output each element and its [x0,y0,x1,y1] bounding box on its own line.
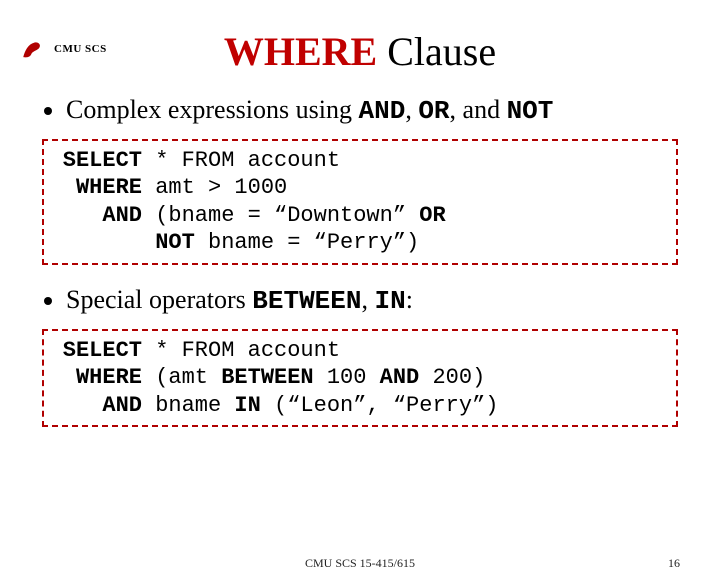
code-block-1: SELECT * FROM accountWHERE amt > 1000AND… [42,139,678,265]
code2-l3r-b: (“Leon”, “Perry”) [261,393,499,418]
code2-l3k: AND [54,392,142,420]
code2-l2k: WHERE [54,364,142,392]
header-org-text: CMU SCS [54,43,107,55]
code2-l3r-a: bname [142,393,234,418]
code1-l2k: WHERE [54,174,142,202]
code2-l2r-c: 200) [419,365,485,390]
kw-not: NOT [507,96,554,126]
code1-l4r-b: bname = “Perry”) [195,230,419,255]
bullet-2: Special operators BETWEEN, IN: [66,283,678,319]
footer-page-number: 16 [668,556,680,571]
kw-or: OR [418,96,449,126]
code1-l1r: * FROM account [142,148,340,173]
code2-l2r-a: (amt [142,365,221,390]
bullet-list-1: Complex expressions using AND, OR, and N… [42,93,678,129]
bullet-list-2: Special operators BETWEEN, IN: [42,283,678,319]
code2-l2r-between: BETWEEN [221,365,313,390]
slide-header: CMU SCS [20,36,107,62]
footer-course: CMU SCS 15-415/615 [305,556,415,571]
code1-line1: SELECT * FROM account [54,147,666,175]
code1-l3k: AND [54,202,142,230]
code2-line2: WHERE (amt BETWEEN 100 AND 200) [54,364,666,392]
code1-line4: NOT bname = “Perry”) [54,229,666,257]
kw-between: BETWEEN [252,286,361,316]
code1-line2: WHERE amt > 1000 [54,174,666,202]
title-clause: Clause [377,29,496,74]
slide-body: Complex expressions using AND, OR, and N… [0,93,720,427]
cmu-dragon-icon [20,36,46,62]
slide-title: WHERE Clause [0,28,720,75]
code2-l2r-b: 100 [314,365,380,390]
kw-in: IN [374,286,405,316]
code1-line3: AND (bname = “Downtown” OR [54,202,666,230]
title-where: WHERE [224,29,377,74]
code2-line3: AND bname IN (“Leon”, “Perry”) [54,392,666,420]
bullet-2-colon: : [406,285,413,314]
code1-l4r-a [142,230,155,255]
bullet-2-sep: , [361,285,374,314]
code2-l1k: SELECT [54,337,142,365]
bullet-1-sep1: , [405,95,418,124]
bullet-2-text: Special operators [66,285,252,314]
kw-and: AND [359,96,406,126]
code1-l2r: amt > 1000 [142,175,287,200]
code2-l2r-and: AND [380,365,420,390]
bullet-1-sep2: , and [450,95,507,124]
code1-l3r-a: (bname = “Downtown” [142,203,419,228]
bullet-1-text: Complex expressions using [66,95,359,124]
code1-l3r-or: OR [419,203,445,228]
code2-l3r-in: IN [234,393,260,418]
code2-l1r: * FROM account [142,338,340,363]
code1-l1k: SELECT [54,147,142,175]
code2-line1: SELECT * FROM account [54,337,666,365]
code-block-2: SELECT * FROM accountWHERE (amt BETWEEN … [42,329,678,428]
bullet-1: Complex expressions using AND, OR, and N… [66,93,678,129]
code1-l4r-not: NOT [155,230,195,255]
